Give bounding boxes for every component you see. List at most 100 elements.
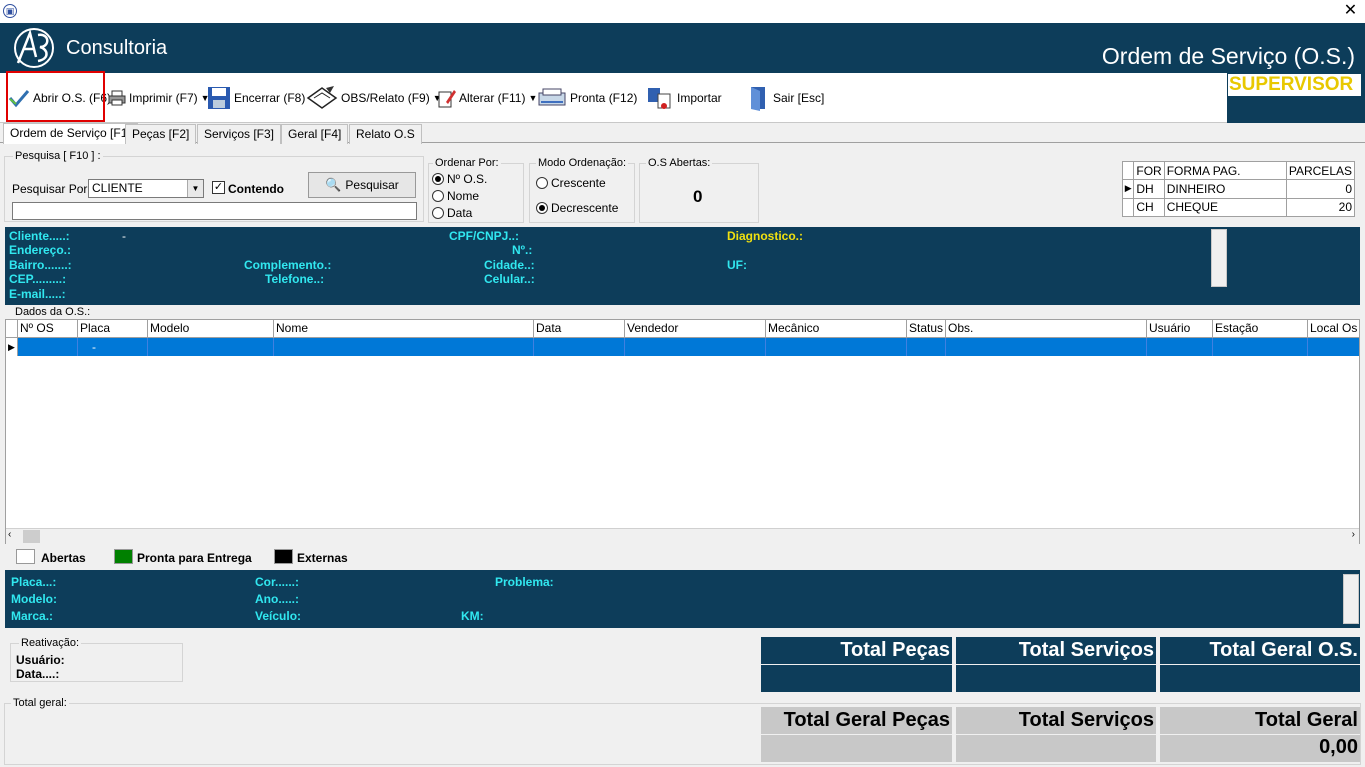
reativacao-legend: Reativação:	[21, 637, 80, 649]
diagnostico-scrollbar[interactable]	[1211, 229, 1227, 287]
col-header-modelo[interactable]: Modelo	[148, 320, 274, 338]
tab-pecas[interactable]: Peças [F2]	[125, 124, 197, 144]
search-by-select[interactable]: CLIENTE ▼	[88, 179, 204, 198]
total-pecas-value	[761, 665, 952, 692]
check-icon	[8, 90, 30, 108]
abrir-os-button[interactable]: Abrir O.S. (F6)	[8, 73, 111, 123]
total-geral-header: Total Geral	[1160, 707, 1360, 734]
imprimir-button[interactable]: Imprimir (F7) ▼	[108, 73, 210, 123]
order-radio-nome[interactable]: Nome	[432, 189, 479, 203]
col-header-nos[interactable]: Nº OS	[18, 320, 78, 338]
mode-option-label: Decrescente	[551, 201, 619, 215]
exit-door-icon	[751, 87, 765, 111]
problema-scrollbar[interactable]	[1343, 574, 1359, 624]
search-input[interactable]	[12, 202, 417, 220]
encerrar-label: Encerrar (F8)	[234, 91, 306, 105]
col-header-status[interactable]: Status	[907, 320, 946, 338]
tab-servicos[interactable]: Serviços [F3]	[197, 124, 282, 144]
importar-button[interactable]: Importar	[646, 73, 722, 123]
sair-button[interactable]: Sair [Esc]	[748, 73, 824, 123]
close-button[interactable]: ✕	[1336, 0, 1365, 22]
order-legend: Ordenar Por:	[435, 157, 499, 169]
problema-label: Problema:	[495, 575, 554, 589]
payment-header-forma: FORMA PAG.	[1163, 160, 1287, 181]
email-label: E-mail.....:	[9, 287, 66, 301]
tab-relato[interactable]: Relato O.S	[349, 124, 422, 144]
obs-relato-button[interactable]: OBS/Relato (F9) ▼	[306, 73, 442, 123]
os-grid[interactable]: Nº OS Placa Modelo Nome Data Vendedor Me…	[5, 319, 1360, 544]
uf-label: UF:	[727, 258, 747, 272]
payment-parcelas: 0	[1285, 179, 1356, 199]
import-icon	[648, 88, 671, 109]
cep-label: CEP.........:	[9, 272, 67, 286]
chevron-right-icon[interactable]: ›	[1352, 529, 1355, 540]
chevron-left-icon[interactable]: ‹	[8, 529, 11, 540]
externas-label: Externas	[297, 551, 348, 565]
numero-label: Nº.:	[512, 243, 533, 257]
app-icon: ▣	[3, 4, 17, 18]
alterar-button[interactable]: Alterar (F11) ▼	[438, 73, 537, 123]
pronta-label: Pronta (F12)	[570, 91, 638, 105]
contendo-label: Contendo	[228, 182, 284, 196]
total-servicos-value	[956, 665, 1156, 692]
imprimir-label: Imprimir (F7)	[129, 91, 198, 105]
col-header-mecanico[interactable]: Mecânico	[766, 320, 907, 338]
total-geral-pecas-value	[761, 735, 952, 762]
bairro-label: Bairro.......:	[9, 258, 72, 272]
edit-icon	[438, 90, 456, 108]
payment-code: CH	[1133, 197, 1165, 218]
importar-label: Importar	[677, 91, 722, 105]
total-geral-group: Total geral:	[4, 697, 1361, 765]
order-radio-nos[interactable]: Nº O.S.	[432, 172, 487, 186]
col-header-local[interactable]: Local Os	[1308, 320, 1359, 338]
tab-ordem-servico[interactable]: Ordem de Serviço [F1]	[3, 123, 138, 144]
payment-header-parcelas: PARCELAS	[1285, 160, 1356, 181]
window-titlebar	[0, 0, 1365, 23]
pronta-button[interactable]: Pronta (F12)	[537, 73, 637, 123]
scroll-thumb[interactable]	[23, 530, 40, 543]
table-row[interactable]: CH CHEQUE 20	[1121, 197, 1356, 218]
externas-color-swatch	[274, 549, 293, 564]
col-header-placa[interactable]: Placa	[78, 320, 148, 338]
col-header-estacao[interactable]: Estação	[1213, 320, 1308, 338]
tab-bar: Ordem de Serviço [F1] Peças [F2] Serviço…	[0, 123, 1365, 144]
table-row[interactable]: -	[18, 338, 1359, 356]
total-pecas-header: Total Peças	[761, 637, 952, 664]
cor-label: Cor......:	[255, 575, 300, 589]
pesquisar-label: Pesquisar	[345, 178, 399, 192]
col-header-data[interactable]: Data	[534, 320, 625, 338]
total-geral-servicos-value	[956, 735, 1156, 762]
obs-relato-label: OBS/Relato (F9)	[341, 91, 430, 105]
pronta-color-swatch	[114, 549, 133, 564]
tab-geral[interactable]: Geral [F4]	[281, 124, 349, 144]
mode-radio-crescente[interactable]: Crescente	[536, 176, 606, 190]
mode-legend: Modo Ordenação:	[538, 157, 627, 169]
col-header-usuario[interactable]: Usuário	[1147, 320, 1213, 338]
order-radio-data[interactable]: Data	[432, 206, 472, 220]
row-indicator-header	[1121, 160, 1135, 181]
col-header-vendedor[interactable]: Vendedor	[625, 320, 766, 338]
pesquisar-button[interactable]: 🔍 Pesquisar	[308, 172, 416, 198]
encerrar-button[interactable]: Encerrar (F8)	[207, 73, 305, 123]
abertas-color-swatch	[16, 549, 35, 564]
client-info-panel: Cliente.....: - Endereço.: Bairro.......…	[5, 227, 1360, 305]
grid-horizontal-scrollbar[interactable]: ‹ ›	[6, 528, 1359, 544]
km-label: KM:	[461, 609, 484, 623]
col-header-nome[interactable]: Nome	[274, 320, 534, 338]
payment-name: DINHEIRO	[1163, 179, 1287, 199]
col-header-obs[interactable]: Obs.	[946, 320, 1147, 338]
cpf-label: CPF/CNPJ..:	[449, 229, 520, 243]
table-row[interactable]: ▶ DH DINHEIRO 0	[1121, 179, 1356, 199]
open-os-legend: O.S Abertas:	[648, 157, 711, 169]
contendo-checkbox[interactable]: ✓	[212, 181, 225, 194]
abertas-label: Abertas	[41, 551, 86, 565]
row-pointer-icon: ▶	[1121, 179, 1135, 199]
complemento-label: Complemento.:	[244, 258, 332, 272]
row-pointer-icon: ▶	[6, 338, 18, 356]
vehicle-info-panel: Placa...: Modelo: Marca.: Cor......: Ano…	[5, 570, 1360, 628]
chevron-down-icon[interactable]: ▼	[187, 180, 203, 197]
sair-label: Sair [Esc]	[773, 91, 825, 105]
payment-table[interactable]: FOR FORMA PAG. PARCELAS ▶ DH DINHEIRO 0 …	[1121, 160, 1356, 218]
grid-legend: Dados da O.S.:	[15, 306, 91, 318]
mode-radio-decrescente[interactable]: Decrescente	[536, 201, 618, 215]
